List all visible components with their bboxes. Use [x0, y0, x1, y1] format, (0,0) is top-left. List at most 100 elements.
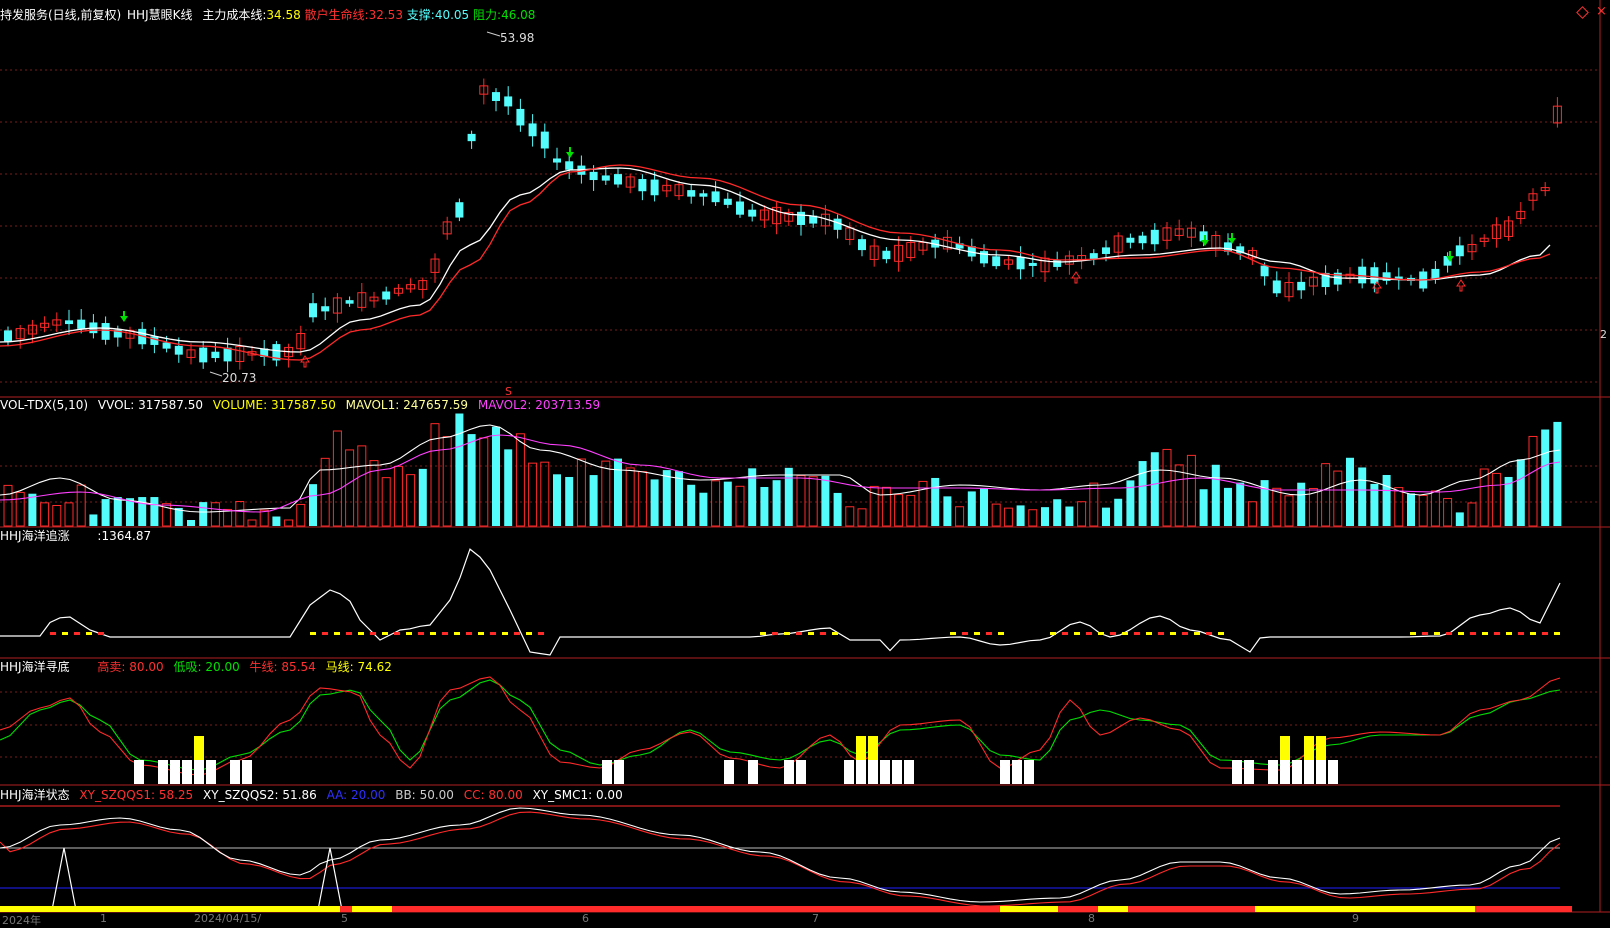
candle-down [174, 345, 183, 355]
low-price-label: 20.73 [222, 371, 257, 385]
chase-signal-dash [820, 632, 826, 635]
time-tick: 6 [582, 912, 589, 925]
candle-down [748, 209, 757, 217]
candle-down [211, 351, 220, 359]
chase-signal-dash [502, 632, 508, 635]
chase-signal-dash [394, 632, 400, 635]
candle-down [540, 131, 549, 149]
bottom-signal-bar [182, 760, 192, 784]
bottom-signal-bar-yellow [194, 736, 204, 760]
volume-bar [1211, 464, 1220, 526]
chase-signal-dash [334, 632, 340, 635]
volume-bar [187, 520, 195, 526]
candle-down [492, 92, 500, 101]
chase-signal-dash [962, 632, 968, 635]
volume-bar [1346, 457, 1354, 526]
volume-bar [406, 474, 416, 527]
volume-bar [40, 502, 50, 527]
bottom-signal-bar [1012, 760, 1022, 784]
candle-down [1199, 231, 1208, 242]
chase-signal-dash [74, 632, 80, 635]
chase-signal-dash [1050, 632, 1056, 635]
time-tick: 9 [1352, 912, 1359, 925]
bottom-signal-bar [1292, 760, 1302, 784]
chase-signal-dash [1410, 632, 1416, 635]
bottom-signal-bar [134, 760, 144, 784]
chase-signal-dash [322, 632, 328, 635]
chase-signal-dash [50, 632, 56, 635]
chase-signal-dash [1542, 632, 1548, 635]
volume-bar [1247, 501, 1257, 527]
volume-bar [967, 491, 976, 526]
chase-signal-dash [454, 632, 460, 635]
chase-signal-dash [1098, 632, 1104, 635]
chase-signal-dash [62, 632, 68, 635]
volume-bar [943, 496, 952, 526]
time-tick: 7 [812, 912, 819, 925]
bottom-signal-bar [1024, 760, 1034, 784]
close-corner-icon[interactable]: × [1596, 4, 1607, 19]
candle-down [516, 108, 525, 126]
chase-signal-dash [950, 632, 956, 635]
candle-down [992, 256, 1001, 267]
candle-down [504, 96, 513, 107]
volume-bar [553, 474, 561, 526]
chase-signal-dash [1062, 632, 1068, 635]
time-tick: 5 [341, 912, 348, 925]
bottom-signal-bar [784, 760, 794, 784]
volume-bar [223, 508, 233, 527]
smc-spike [51, 847, 77, 911]
candle-down [162, 342, 171, 349]
volume-bar [1528, 435, 1538, 527]
candle-down [614, 174, 622, 185]
volume-bar [1284, 495, 1294, 527]
volume-bar [845, 506, 855, 527]
low-leader-line [209, 371, 223, 377]
volume-bar [1174, 464, 1184, 527]
volume-bar [1199, 489, 1208, 526]
chase-signal-dash [358, 632, 364, 635]
candle-down [150, 336, 159, 345]
bottom-signal-bar [1280, 760, 1290, 784]
chase-signal-dash [796, 632, 802, 635]
time-tick: 2024年 [2, 914, 41, 927]
sell-arrow-icon [1456, 279, 1466, 292]
bottom-signal-bar [242, 760, 252, 784]
volume-bar [1467, 502, 1477, 527]
candle-down [699, 193, 708, 197]
chase-signal-dash [98, 632, 104, 635]
volume-bar [687, 484, 696, 526]
volume-bar [1028, 509, 1038, 527]
volume-bar [833, 492, 842, 526]
bottom-signal-bar [892, 760, 902, 784]
time-tick: 2024/04/15/ [194, 912, 262, 925]
candle-down [601, 175, 610, 181]
chase-signal-dash [1074, 632, 1080, 635]
bottom-signal-bar [880, 760, 890, 784]
volume-bar [625, 467, 635, 527]
volume-bar [980, 488, 988, 526]
bottom-signal-bar [194, 760, 204, 784]
kline-chart[interactable] [0, 0, 1610, 927]
volume-bar [126, 498, 134, 526]
chase-signal-dash [1182, 632, 1188, 635]
candle-down [553, 158, 561, 163]
chase-signal-dash [370, 632, 376, 635]
smc-spike [317, 847, 343, 911]
chase-signal-dash [1134, 632, 1140, 635]
time-axis: 2024年 1 2024/04/15/ 5 6 7 8 9 [0, 912, 1610, 927]
chase-signal-dash [998, 632, 1004, 635]
volume-bar [589, 475, 598, 526]
volume-bar [614, 458, 622, 526]
candle-down [650, 179, 659, 196]
volume-bar [296, 503, 306, 527]
chase-signal-dash [442, 632, 448, 635]
volume-bar [259, 509, 269, 527]
volume-bar [1150, 452, 1159, 526]
candle-down [687, 190, 696, 197]
volume-bar [3, 484, 13, 527]
bottom-signal-bar [614, 760, 624, 784]
volume-bar [931, 477, 940, 526]
high-price-label: 53.98 [500, 31, 535, 45]
volume-bar [565, 476, 574, 526]
